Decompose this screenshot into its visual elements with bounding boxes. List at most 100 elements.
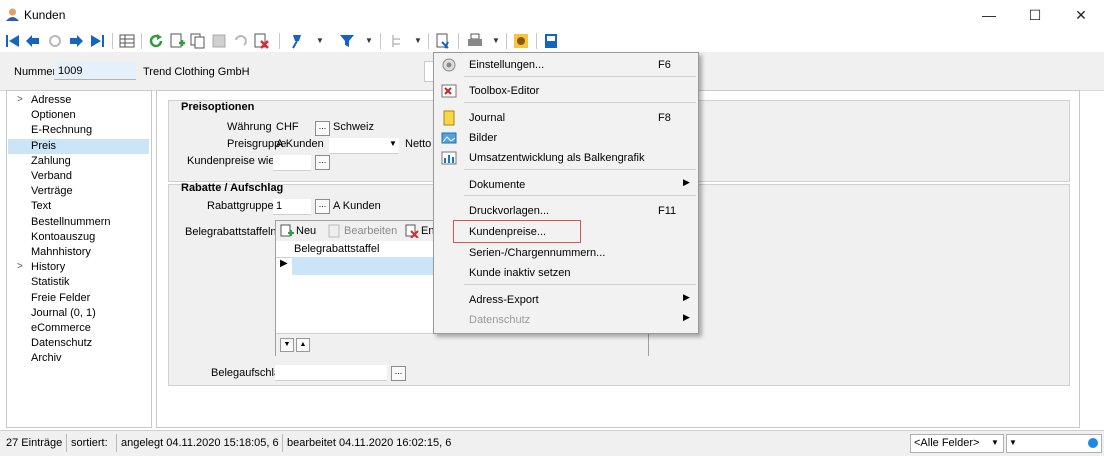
close-button[interactable]: ✕ [1058,0,1104,30]
menu-item[interactable]: Toolbox-Editor [434,81,698,101]
kundenpreise-lookup-button[interactable]: ... [315,155,330,170]
search-go-icon[interactable] [1087,437,1099,449]
nav-item[interactable]: eCommerce [31,321,91,336]
expand-chevron-icon[interactable]: > [17,261,23,272]
menu-item-label: Datenschutz [469,314,531,326]
filter-icon[interactable] [338,32,356,50]
nav-item[interactable]: Zahlung [31,154,71,169]
nav-item[interactable]: Optionen [31,108,76,123]
nav-item[interactable]: Adresse [31,93,71,108]
tree-disabled-icon[interactable] [388,32,406,50]
document-action-icon[interactable] [434,32,452,50]
move-up-icon[interactable]: ▲ [296,338,310,352]
menu-item[interactable]: Druckvorlagen... F11 [434,201,698,221]
belegaufschlag-lookup-button[interactable]: ... [391,366,406,381]
print-icon[interactable] [466,32,484,50]
menu-item[interactable]: Einstellungen... F6 [434,55,698,75]
previous-record-icon[interactable] [24,32,42,50]
toolbar: ▼ ▼ ▼ ▼ [0,30,1104,52]
neu-button[interactable]: Neu [296,225,316,237]
preisgruppe-select[interactable]: ▼ [329,138,399,154]
nav-item[interactable]: Bestellnummern [31,215,110,230]
expand-chevron-icon[interactable]: > [17,94,23,105]
field-filter-select[interactable]: <Alle Felder> ▼ [910,434,1004,453]
waehrung-lookup-button[interactable]: ... [315,121,330,136]
settings-cog-icon[interactable] [512,32,530,50]
menu-item-label: Toolbox-Editor [469,85,540,97]
menu-item-label: Kunde inaktiv setzen [469,267,571,279]
save-disabled-icon[interactable] [210,32,228,50]
chevron-down-icon: ▼ [389,139,397,148]
rabattgruppe-field[interactable]: 1 [273,199,311,215]
remove-icon [405,224,419,238]
menu-item-label: Umsatzentwicklung als Balkengrafik [469,152,645,164]
menu-item-label: Adress-Export [469,294,539,306]
maximize-button[interactable]: ☐ [1012,0,1058,30]
delete-record-icon[interactable] [252,32,270,50]
nav-item[interactable]: Freie Felder [31,291,90,306]
waehrung-value[interactable]: CHF [276,121,299,133]
menu-separator [464,284,696,285]
bearbeiten-button[interactable]: Bearbeiten [344,225,397,237]
record-count: 27 Einträge [6,437,63,449]
customer-icon [6,8,19,21]
nav-item[interactable]: Text [31,199,51,214]
first-record-icon[interactable] [4,32,22,50]
print-dropdown-icon[interactable]: ▼ [492,32,500,50]
menu-item[interactable]: Serien-/Chargennummern... [434,243,698,263]
rabattgruppe-value: 1 [276,200,283,212]
chevron-down-icon: ▼ [1009,438,1017,447]
menu-item[interactable]: Bilder [434,128,698,148]
pin-dropdown-icon[interactable]: ▼ [316,32,324,50]
nav-item[interactable]: Journal (0, 1) [31,306,96,321]
save-layout-icon[interactable] [542,32,560,50]
number-field[interactable]: 1009 [54,62,136,80]
field-filter-value: <Alle Felder> [914,437,980,449]
next-record-icon[interactable] [67,32,85,50]
nav-item[interactable]: Mahnhistory [31,245,91,260]
preisoptionen-title: Preisoptionen [181,101,255,113]
nav-item[interactable]: Verträge [31,184,73,199]
menu-item-label: Druckvorlagen... [469,205,550,217]
menu-item[interactable]: Umsatzentwicklung als Balkengrafik [434,148,698,168]
menu-item[interactable]: Dokumente ▶ [434,175,698,195]
minimize-button[interactable]: — [966,0,1012,30]
menu-item-label: Journal [469,112,506,124]
nav-item[interactable]: Verband [31,169,72,184]
submenu-arrow-icon: ▶ [683,312,690,322]
last-record-icon[interactable] [88,32,106,50]
table-view-icon[interactable] [118,32,136,50]
filter-dropdown-icon[interactable]: ▼ [365,32,373,50]
nav-item[interactable]: Preis [8,138,149,154]
menu-item[interactable]: Kunde inaktiv setzen [434,263,698,283]
kundenpreise-field[interactable] [273,155,311,171]
undo-disabled-icon[interactable] [231,32,249,50]
menu-item[interactable]: Datenschutz ▶ [434,310,698,330]
tree-dropdown-icon[interactable]: ▼ [414,32,422,50]
preisgruppe-value: A Kunden [276,138,324,150]
belegrabatt-label: Belegrabattstaffeln [185,226,277,238]
reload-icon[interactable] [147,32,165,50]
menu-item[interactable]: Journal F8 [434,108,698,128]
grid-column-header[interactable]: Belegrabattstaffel [294,243,379,255]
nav-item[interactable]: Statistik [31,275,70,290]
number-value: 1009 [58,65,83,77]
nav-item[interactable]: Kontoauszug [31,230,95,245]
copy-record-icon[interactable] [189,32,207,50]
submenu-arrow-icon: ▶ [683,292,690,302]
refresh-disabled-icon[interactable] [46,32,64,50]
rabattgruppe-lookup-button[interactable]: ... [315,199,330,214]
search-input[interactable]: ▼ [1006,434,1102,453]
waehrung-name: Schweiz [333,121,374,133]
move-down-icon[interactable]: ▼ [280,338,294,352]
menu-item[interactable]: Adress-Export ▶ [434,290,698,310]
nav-item[interactable]: History [31,260,65,275]
pin-icon[interactable] [287,32,305,50]
nav-item[interactable]: Datenschutz [31,336,92,351]
nav-item[interactable]: E-Rechnung [31,123,92,138]
actions-menu: Einstellungen... F6 Toolbox-Editor Journal F… [433,52,699,334]
new-record-icon[interactable] [168,32,186,50]
nav-item[interactable]: Archiv [31,351,62,366]
belegaufschlag-field[interactable] [275,365,387,381]
edit-disabled-icon [328,224,340,238]
